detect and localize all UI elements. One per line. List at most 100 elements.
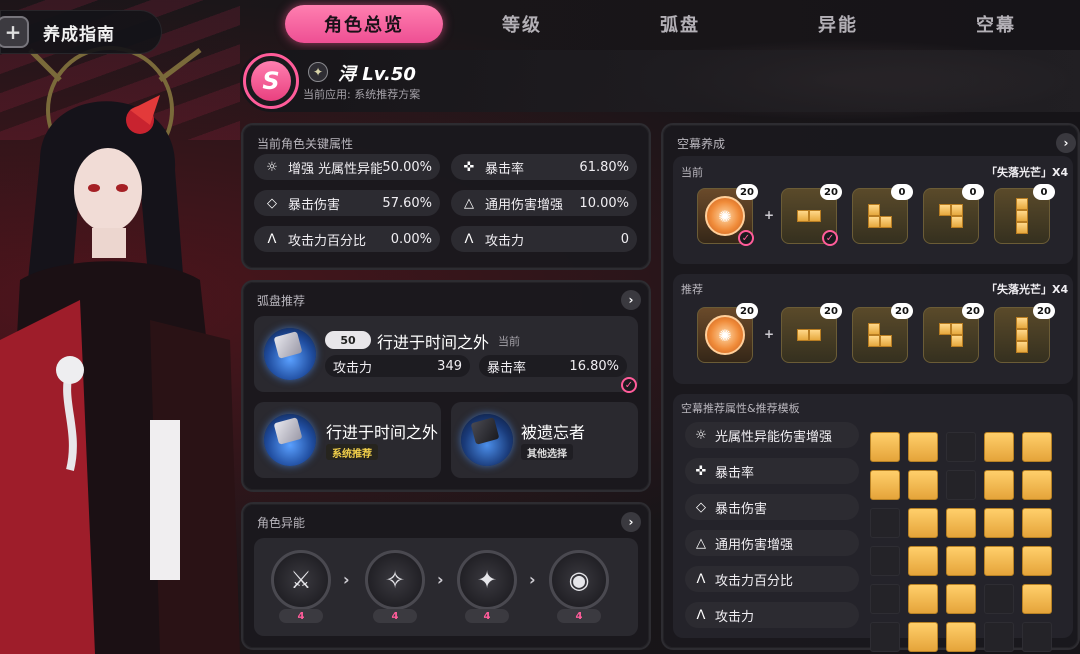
panel-title: 空幕养成 [677, 137, 726, 151]
crit-rate-icon: ✜ [695, 463, 707, 479]
void-count: 20 [736, 184, 758, 200]
void-recommended-set: 「失落光芒」X4 [986, 283, 1069, 296]
void-template-title: 空幕推荐属性&推荐模板 [681, 402, 800, 415]
void-count: 20 [820, 303, 842, 319]
stat-attack: ᐱ 攻击力 0 [451, 226, 637, 252]
template-cell [946, 584, 976, 614]
void-recommended-label: 推荐 [681, 283, 703, 296]
void-count: 0 [962, 184, 984, 200]
triangle-icon: △ [464, 195, 474, 211]
plus-icon: + [764, 208, 775, 222]
stat-general-damage: △ 通用伤害增强 10.00% [451, 190, 637, 216]
recommended-tag: 系统推荐 [326, 444, 378, 460]
disc-current-tag: 当前 [498, 335, 520, 348]
chevron-right-icon: › [343, 570, 350, 589]
skill-level: 4 [557, 609, 601, 623]
void-current-label: 当前 [681, 166, 703, 179]
character-portrait [0, 46, 240, 654]
template-cell [1022, 508, 1052, 538]
light-attribute-icon: ✦ [308, 62, 328, 82]
void-count: 0 [891, 184, 913, 200]
rec-attack-percent: ᐱ 攻击力百分比 [685, 566, 859, 592]
other-tag: 其他选择 [521, 444, 573, 460]
attack-icon: ᐱ [464, 231, 474, 247]
plus-icon: + [764, 327, 775, 341]
template-cell [908, 432, 938, 462]
check-icon: ✓ [621, 377, 637, 393]
template-cell [1022, 622, 1052, 652]
template-cell [984, 470, 1014, 500]
chevron-right-icon: › [529, 570, 536, 589]
void-count: 20 [736, 303, 758, 319]
attack-percent-icon: ᐱ [267, 231, 277, 247]
void-count: 20 [1033, 303, 1055, 319]
template-cell [870, 546, 900, 576]
skill-4-icon[interactable]: ◉ [549, 550, 609, 610]
tab-ability[interactable]: 异能 [759, 5, 917, 43]
template-grid [870, 432, 1056, 652]
rec-attack: ᐱ 攻击力 [685, 602, 859, 628]
void-arrow-icon[interactable]: › [1056, 133, 1076, 153]
template-cell [908, 470, 938, 500]
template-cell [984, 622, 1014, 652]
guide-label: 养成指南 [43, 24, 115, 45]
tab-disc[interactable]: 弧盘 [601, 5, 759, 43]
disc-option-name: 被遗忘者 [521, 423, 586, 442]
stat-crit-rate: ✜ 暴击率 61.80% [451, 154, 637, 180]
tab-bar: 角色总览 等级 弧盘 异能 空幕 [285, 4, 1080, 44]
check-icon: ✓ [822, 230, 838, 246]
skill-level: 4 [465, 609, 509, 623]
tab-void[interactable]: 空幕 [917, 5, 1075, 43]
disc-level: 50 [325, 331, 371, 349]
rank-badge: S [243, 53, 299, 109]
tab-level[interactable]: 等级 [443, 5, 601, 43]
crit-damage-icon: ◇ [267, 195, 277, 211]
template-cell [870, 584, 900, 614]
disc-option-name: 行进于时间之外 [326, 423, 439, 442]
template-cell [946, 546, 976, 576]
template-cell [870, 470, 900, 500]
crit-rate-icon: ✜ [463, 159, 475, 175]
tab-overview[interactable]: 角色总览 [285, 5, 443, 43]
template-cell [1022, 584, 1052, 614]
template-cell [984, 432, 1014, 462]
core-disk-icon: ✺ [705, 315, 745, 355]
skill-2-icon[interactable]: ✧ [365, 550, 425, 610]
skill-level: 4 [373, 609, 417, 623]
template-cell [908, 546, 938, 576]
disc-stat-crit: 暴击率 16.80% [479, 355, 627, 377]
rank-letter: S [251, 61, 291, 101]
disc-recommend-arrow-icon[interactable]: › [621, 290, 641, 310]
template-cell [908, 508, 938, 538]
abilities-arrow-icon[interactable]: › [621, 512, 641, 532]
template-cell [946, 622, 976, 652]
template-cell [870, 508, 900, 538]
disc-image [461, 414, 513, 466]
core-disk-icon: ✺ [705, 196, 745, 236]
guide-button[interactable]: + 养成指南 [0, 10, 162, 54]
panel-title: 角色异能 [257, 516, 306, 530]
crit-damage-icon: ◇ [696, 499, 706, 515]
disc-current-name: 行进于时间之外 [377, 333, 490, 352]
void-count: 20 [891, 303, 913, 319]
template-cell [908, 584, 938, 614]
template-cell [946, 470, 976, 500]
void-count: 20 [962, 303, 984, 319]
template-cell [908, 622, 938, 652]
skill-1-icon[interactable]: ⚔ [271, 550, 331, 610]
template-cell [1022, 470, 1052, 500]
character-name: 浔 Lv.50 [338, 64, 416, 85]
plus-icon: + [0, 16, 29, 48]
skill-level: 4 [279, 609, 323, 623]
template-cell [984, 584, 1014, 614]
template-cell [984, 508, 1014, 538]
template-cell [870, 432, 900, 462]
chevron-right-icon: › [437, 570, 444, 589]
skill-3-icon[interactable]: ✦ [457, 550, 517, 610]
void-current-set: 「失落光芒」X4 [986, 166, 1069, 179]
attack-percent-icon: ᐱ [696, 571, 706, 587]
template-cell [1022, 432, 1052, 462]
panel-title: 当前角色关键属性 [257, 137, 354, 151]
triangle-icon: △ [696, 535, 706, 551]
template-cell [870, 622, 900, 652]
